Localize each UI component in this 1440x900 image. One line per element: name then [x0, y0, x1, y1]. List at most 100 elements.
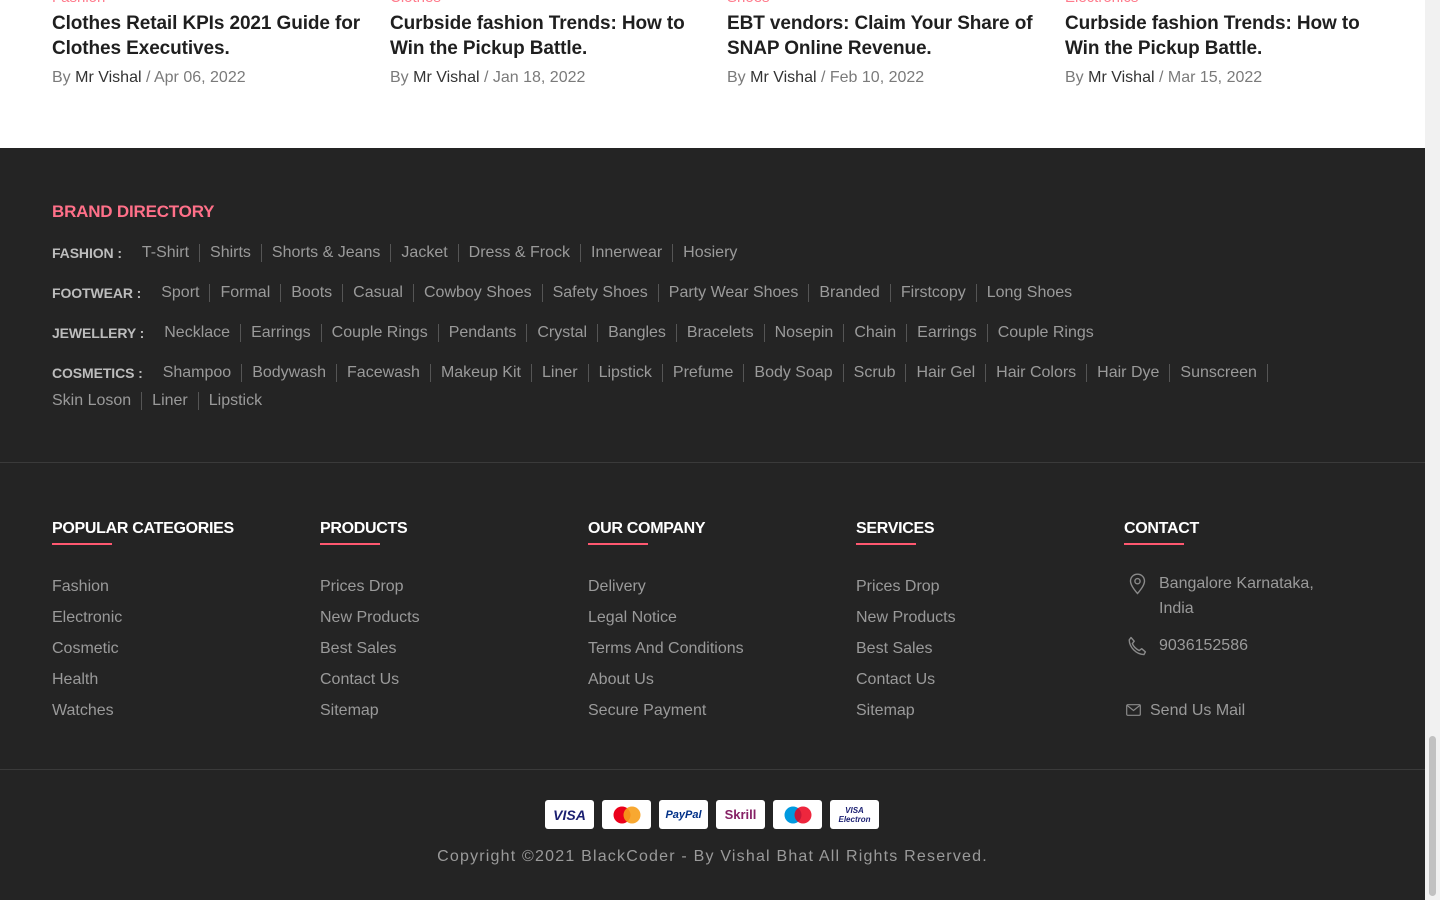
brand-link[interactable]: Liner: [152, 392, 199, 410]
footer-link[interactable]: Secure Payment: [588, 695, 848, 726]
blog-title[interactable]: EBT vendors: Claim Your Share of SNAP On…: [727, 11, 1057, 61]
footer-link[interactable]: Fashion: [52, 571, 312, 602]
blog-author[interactable]: Mr Vishal: [413, 69, 479, 86]
footer-link[interactable]: Contact Us: [320, 664, 580, 695]
blog-title[interactable]: Clothes Retail KPIs 2021 Guide for Cloth…: [52, 11, 382, 61]
blog-card[interactable]: Electronics Curbside fashion Trends: How…: [1065, 0, 1395, 89]
footer-link[interactable]: New Products: [320, 602, 580, 633]
blog-category[interactable]: Fashion: [52, 0, 382, 8]
blog-card[interactable]: Shoes EBT vendors: Claim Your Share of S…: [727, 0, 1057, 89]
blog-category[interactable]: Clothes: [390, 0, 720, 8]
brand-link[interactable]: Sport: [161, 284, 211, 302]
contact-phone[interactable]: 9036152586: [1124, 633, 1384, 665]
footer-link[interactable]: Sitemap: [320, 695, 580, 726]
footer-divider: [0, 462, 1425, 463]
payment-label: PayPal: [665, 808, 702, 821]
brand-link[interactable]: Bracelets: [687, 324, 765, 342]
brand-link[interactable]: Bodywash: [252, 364, 338, 382]
payment-label: VISA Electron: [838, 805, 871, 824]
brand-link[interactable]: Long Shoes: [987, 284, 1082, 302]
payment-label: Skrill: [724, 807, 757, 822]
footer-column: PRODUCTS Prices Drop New Products Best Sale…: [320, 518, 580, 726]
brand-link[interactable]: Liner: [542, 364, 589, 382]
brand-link[interactable]: Casual: [353, 284, 414, 302]
brand-link[interactable]: T-Shirt: [142, 244, 201, 262]
brand-link[interactable]: Safety Shoes: [553, 284, 659, 302]
footer-link[interactable]: Contact Us: [856, 664, 1116, 695]
send-mail-link[interactable]: Send Us Mail: [1150, 698, 1245, 723]
brand-link[interactable]: Scrub: [854, 364, 907, 382]
visa-card-icon: VISA: [545, 800, 594, 829]
scrollbar-thumb[interactable]: [1429, 736, 1436, 896]
brand-link[interactable]: Shorts & Jeans: [272, 244, 392, 262]
brand-link[interactable]: Earrings: [917, 324, 988, 342]
footer-link[interactable]: Prices Drop: [856, 571, 1116, 602]
location-pin-icon: [1128, 571, 1154, 603]
brand-link[interactable]: Jacket: [401, 244, 459, 262]
brand-link[interactable]: Lipstick: [209, 392, 272, 410]
brand-row-label: FOOTWEAR :: [52, 285, 142, 301]
brand-link[interactable]: Innerwear: [591, 244, 674, 262]
blog-category[interactable]: Shoes: [727, 0, 1057, 8]
contact-mail[interactable]: Send Us Mail: [1124, 698, 1384, 724]
footer-link[interactable]: Prices Drop: [320, 571, 580, 602]
brand-row-label: COSMETICS :: [52, 365, 143, 381]
brand-link[interactable]: Sunscreen: [1180, 364, 1268, 382]
brand-link[interactable]: Skin Loson: [52, 392, 143, 410]
footer-link[interactable]: About Us: [588, 664, 848, 695]
footer-link[interactable]: Electronic: [52, 602, 312, 633]
by-label: By: [390, 69, 409, 86]
footer-link[interactable]: Cosmetic: [52, 633, 312, 664]
brand-link[interactable]: Cowboy Shoes: [424, 284, 543, 302]
brand-link[interactable]: Necklace: [164, 324, 242, 342]
page-scrollbar[interactable]: [1425, 0, 1440, 900]
brand-link[interactable]: Shirts: [210, 244, 262, 262]
blog-title[interactable]: Curbside fashion Trends: How to Win the …: [1065, 11, 1395, 61]
footer-link[interactable]: Delivery: [588, 571, 848, 602]
brand-link[interactable]: Chain: [854, 324, 908, 342]
footer-link[interactable]: Legal Notice: [588, 602, 848, 633]
footer-link[interactable]: Sitemap: [856, 695, 1116, 726]
brand-link[interactable]: Formal: [220, 284, 282, 302]
brand-link[interactable]: Prefume: [673, 364, 745, 382]
phone-number[interactable]: 9036152586: [1159, 633, 1248, 658]
brand-link[interactable]: Bangles: [608, 324, 677, 342]
footer-link[interactable]: Health: [52, 664, 312, 695]
brand-link[interactable]: Couple Rings: [332, 324, 439, 342]
title-underline: [52, 543, 112, 545]
brand-link[interactable]: Makeup Kit: [441, 364, 532, 382]
blog-card[interactable]: Clothes Curbside fashion Trends: How to …: [390, 0, 720, 89]
footer-link[interactable]: Terms And Conditions: [588, 633, 848, 664]
brand-link[interactable]: Shampoo: [163, 364, 243, 382]
footer-link[interactable]: Best Sales: [856, 633, 1116, 664]
brand-link[interactable]: Hair Gel: [916, 364, 987, 382]
brand-link[interactable]: Dress & Frock: [469, 244, 582, 262]
blog-category[interactable]: Electronics: [1065, 0, 1395, 8]
brand-link[interactable]: Facewash: [347, 364, 431, 382]
brand-link[interactable]: Body Soap: [754, 364, 844, 382]
blog-author[interactable]: Mr Vishal: [1088, 69, 1154, 86]
brand-link[interactable]: Nosepin: [775, 324, 845, 342]
blog-author[interactable]: Mr Vishal: [750, 69, 816, 86]
brand-link[interactable]: Crystal: [537, 324, 599, 342]
brand-link[interactable]: Boots: [291, 284, 344, 302]
brand-link[interactable]: Earrings: [251, 324, 322, 342]
footer-link[interactable]: New Products: [856, 602, 1116, 633]
brand-link[interactable]: Hair Dye: [1097, 364, 1171, 382]
blog-date: Jan 18, 2022: [492, 69, 586, 86]
brand-link[interactable]: Hosiery: [683, 244, 747, 262]
mastercard-icon: [602, 800, 651, 829]
brand-link[interactable]: Hair Colors: [996, 364, 1088, 382]
footer-link[interactable]: Best Sales: [320, 633, 580, 664]
brand-link[interactable]: Party Wear Shoes: [669, 284, 810, 302]
brand-link[interactable]: Pendants: [449, 324, 528, 342]
blog-title[interactable]: Curbside fashion Trends: How to Win the …: [390, 11, 720, 61]
brand-link[interactable]: Branded: [819, 284, 891, 302]
footer-link[interactable]: Watches: [52, 695, 312, 726]
brand-link[interactable]: Couple Rings: [998, 324, 1104, 342]
brand-link[interactable]: Firstcopy: [901, 284, 977, 302]
brand-link[interactable]: Lipstick: [599, 364, 663, 382]
blog-strip: Fashion Clothes Retail KPIs 2021 Guide f…: [0, 0, 1425, 148]
blog-card[interactable]: Fashion Clothes Retail KPIs 2021 Guide f…: [52, 0, 382, 89]
blog-author[interactable]: Mr Vishal: [75, 69, 141, 86]
